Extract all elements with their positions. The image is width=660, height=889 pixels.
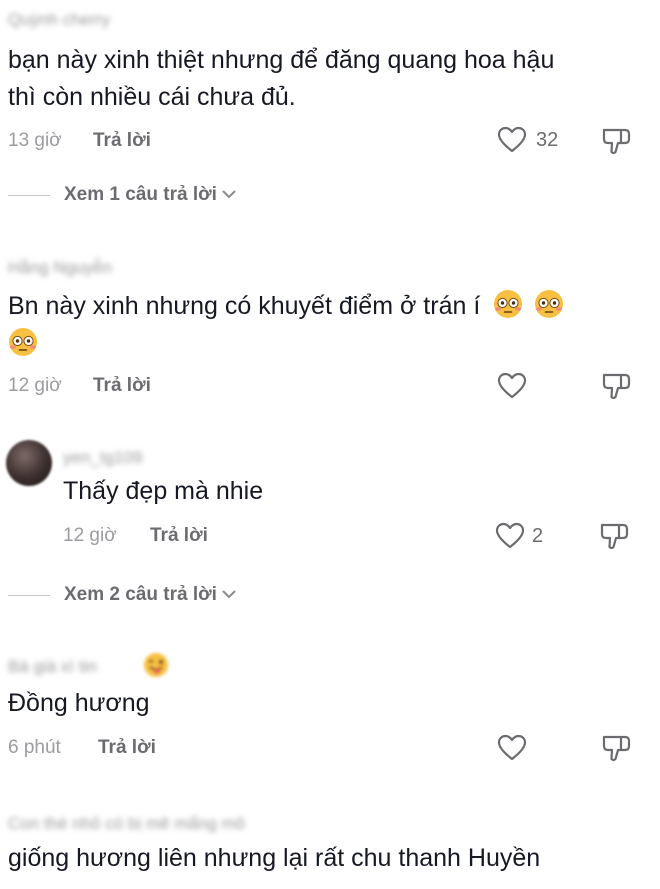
winking-tongue-emoji-icon — [143, 652, 169, 683]
heart-outline-icon[interactable] — [497, 126, 527, 159]
comment-5-text: giống hương liên nhưng lại rất chu thanh… — [8, 844, 541, 872]
thumbs-down-icon[interactable] — [601, 125, 633, 162]
comment-3-reply-button[interactable]: Trả lời — [150, 525, 208, 547]
heart-outline-icon[interactable] — [497, 734, 527, 767]
comment-2-text-line-2 — [8, 327, 42, 357]
view-replies-button[interactable]: Xem 2 câu trả lời — [8, 584, 237, 606]
comment-1-like-count: 32 — [536, 129, 559, 151]
comment-4-username[interactable]: Bà già xì tin — [8, 657, 97, 677]
view-replies-button[interactable]: Xem 1 câu trả lời — [8, 184, 237, 206]
chevron-down-icon — [221, 184, 237, 206]
comment-1-text-line-1: bạn này xinh thiệt nhưng để đăng quang h… — [8, 46, 555, 74]
heart-outline-icon[interactable] — [495, 522, 525, 555]
thumbs-down-icon[interactable] — [599, 520, 631, 557]
flushed-face-emoji-icon — [8, 327, 38, 357]
comment-2-text: Bn này xinh nhưng có khuyết điểm ở trán … — [8, 292, 481, 320]
flushed-face-emoji-icon — [534, 289, 564, 319]
thumbs-down-icon[interactable] — [601, 732, 633, 769]
divider-line — [8, 594, 50, 596]
flushed-face-emoji-icon — [493, 289, 523, 319]
comment-3-like-count: 2 — [532, 525, 544, 547]
comment-3-text: Thấy đẹp mà nhie — [63, 477, 264, 505]
view-replies-label: Xem 1 câu trả lời — [64, 184, 217, 205]
comment-3-username[interactable]: yen_tg109 — [63, 448, 142, 468]
comment-4-text: Đồng hương — [8, 689, 150, 717]
comment-2-time: 12 giờ — [8, 375, 62, 396]
divider-line — [8, 194, 50, 196]
comment-4-reply-button[interactable]: Trả lời — [98, 737, 156, 759]
comment-2-text-line-1: Bn này xinh nhưng có khuyết điểm ở trán … — [8, 288, 568, 325]
comment-2-reply-button[interactable]: Trả lời — [93, 375, 151, 397]
thumbs-down-icon[interactable] — [601, 370, 633, 407]
chevron-down-icon — [221, 584, 237, 606]
view-replies-label: Xem 2 câu trả lời — [64, 584, 217, 605]
comment-3-time: 12 giờ — [63, 525, 117, 546]
comment-2-username[interactable]: Hằng Nguyễn — [8, 258, 112, 278]
comment-5-username[interactable]: Con thè nhỏ có bị mê mẩng mô — [8, 814, 245, 834]
comment-1-text-line-2: thì còn nhiều cái chưa đủ. — [8, 83, 296, 111]
avatar[interactable] — [6, 440, 52, 486]
comment-4-time: 6 phút — [8, 737, 61, 758]
comment-1-username[interactable]: Quỳnh cherry — [8, 10, 110, 30]
comment-1-reply-button[interactable]: Trả lời — [93, 130, 151, 152]
heart-outline-icon[interactable] — [497, 372, 527, 405]
comment-1-time: 13 giờ — [8, 130, 62, 151]
